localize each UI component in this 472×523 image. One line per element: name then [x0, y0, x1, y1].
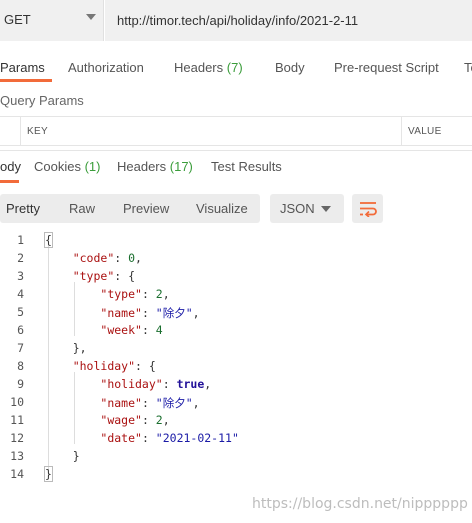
code-line: 6 "week": 4: [0, 323, 472, 341]
request-tabs: Params Authorization Headers (7) Body Pr…: [0, 52, 472, 86]
code-text: "wage": 2,: [100, 413, 170, 427]
params-row[interactable]: [0, 147, 472, 151]
line-number: 12: [10, 431, 24, 445]
tab-label: Te: [464, 60, 472, 75]
code-text: "week": 4: [100, 323, 163, 337]
tab-label: Pre-request Script: [334, 60, 439, 75]
raw-button[interactable]: Raw: [69, 201, 95, 216]
method-label: GET: [4, 12, 31, 27]
response-body-viewer[interactable]: 1 { 2 "code": 0, 3 "type": { 4 "type": 2…: [0, 232, 472, 493]
tab-authorization[interactable]: Authorization: [68, 60, 144, 75]
code-text: "holiday": true,: [100, 377, 212, 391]
active-tab-indicator: [0, 79, 52, 82]
line-number: 6: [17, 323, 24, 337]
line-number: 4: [17, 287, 24, 301]
method-select[interactable]: GET: [0, 0, 104, 41]
response-tabs: ody Cookies (1) Headers (17) Test Result…: [0, 157, 472, 179]
tab-label: Headers: [117, 159, 167, 174]
code-line: 5 "name": "除夕",: [0, 305, 472, 323]
line-number: 10: [10, 395, 24, 409]
line-number: 9: [17, 377, 24, 391]
tab-response-body[interactable]: ody: [0, 159, 21, 174]
line-number: 2: [17, 251, 24, 265]
tab-label: Authorization: [68, 60, 144, 75]
wrap-lines-button[interactable]: [352, 194, 383, 223]
tab-label: Test Results: [211, 159, 282, 174]
tab-response-headers[interactable]: Headers (17): [117, 159, 193, 174]
code-line: 10 "name": "除夕",: [0, 395, 472, 413]
code-line: 7 },: [0, 341, 472, 359]
tab-params[interactable]: Params: [0, 60, 45, 75]
format-select[interactable]: JSON: [270, 194, 344, 223]
code-line: 2 "code": 0,: [0, 251, 472, 269]
line-number: 8: [17, 359, 24, 373]
code-text: "type": {: [72, 269, 136, 283]
code-line: 11 "wage": 2,: [0, 413, 472, 431]
tab-label: Params: [0, 60, 45, 75]
tab-tests[interactable]: Te: [464, 60, 472, 75]
code-text: }: [45, 449, 80, 463]
tab-count: (7): [226, 60, 243, 75]
code-line: 14 }: [0, 466, 472, 485]
chevron-down-icon: [321, 206, 331, 212]
code-line: 8 "holiday": {: [0, 359, 472, 377]
checkbox-column: [0, 117, 21, 145]
code-line: 13 }: [0, 449, 472, 467]
code-text: "name": "除夕",: [100, 396, 200, 410]
line-number: 13: [10, 449, 24, 463]
line-number: 11: [10, 413, 24, 427]
url-input[interactable]: http://timor.tech/api/holiday/info/2021-…: [105, 0, 472, 41]
format-label: JSON: [280, 201, 315, 216]
code-text: "date": "2021-02-11": [100, 431, 239, 445]
code-text: },: [45, 341, 87, 355]
key-column-header: KEY: [27, 126, 48, 137]
active-response-tab-indicator: [0, 180, 19, 183]
chevron-down-icon: [86, 14, 96, 20]
params-table: KEY VALUE: [0, 116, 472, 146]
tab-count: (1): [84, 159, 101, 174]
code-text: "holiday": {: [72, 359, 156, 373]
code-text: }: [44, 466, 53, 482]
line-number: 5: [17, 305, 24, 319]
tab-headers[interactable]: Headers (7): [174, 60, 243, 75]
line-number: 3: [17, 269, 24, 283]
code-line: 1 {: [0, 232, 472, 251]
wrap-lines-icon: [360, 202, 377, 217]
tab-label: Headers: [174, 60, 224, 75]
pretty-button[interactable]: Pretty: [6, 201, 40, 216]
visualize-button[interactable]: Visualize: [196, 201, 248, 216]
value-column-header: VALUE: [408, 126, 442, 137]
tab-body[interactable]: Body: [275, 60, 305, 75]
tab-label: Cookies: [34, 159, 81, 174]
code-text: {: [44, 232, 53, 248]
code-text: "name": "除夕",: [100, 306, 200, 320]
watermark: https://blog.csdn.net/nipppppp: [252, 496, 468, 512]
tab-count: (17): [169, 159, 193, 174]
code-line: 12 "date": "2021-02-11": [0, 431, 472, 449]
tab-test-results[interactable]: Test Results: [211, 159, 282, 174]
line-number: 1: [17, 233, 24, 247]
view-mode-group: Pretty Raw Preview Visualize: [0, 194, 260, 223]
tab-label: ody: [0, 159, 21, 174]
preview-button[interactable]: Preview: [123, 201, 169, 216]
code-line: 3 "type": {: [0, 269, 472, 287]
tab-cookies[interactable]: Cookies (1): [34, 159, 100, 174]
column-divider[interactable]: [401, 117, 402, 145]
tab-label: Body: [275, 60, 305, 75]
code-text: "type": 2,: [100, 287, 170, 301]
code-text: "code": 0,: [72, 251, 142, 265]
request-bar: GET http://timor.tech/api/holiday/info/2…: [0, 0, 472, 41]
line-number: 14: [10, 467, 24, 481]
code-line: 4 "type": 2,: [0, 287, 472, 305]
tab-pre-request-script[interactable]: Pre-request Script: [334, 60, 439, 75]
code-line: 9 "holiday": true,: [0, 377, 472, 395]
line-number: 7: [17, 341, 24, 355]
query-params-title: Query Params: [0, 93, 84, 108]
